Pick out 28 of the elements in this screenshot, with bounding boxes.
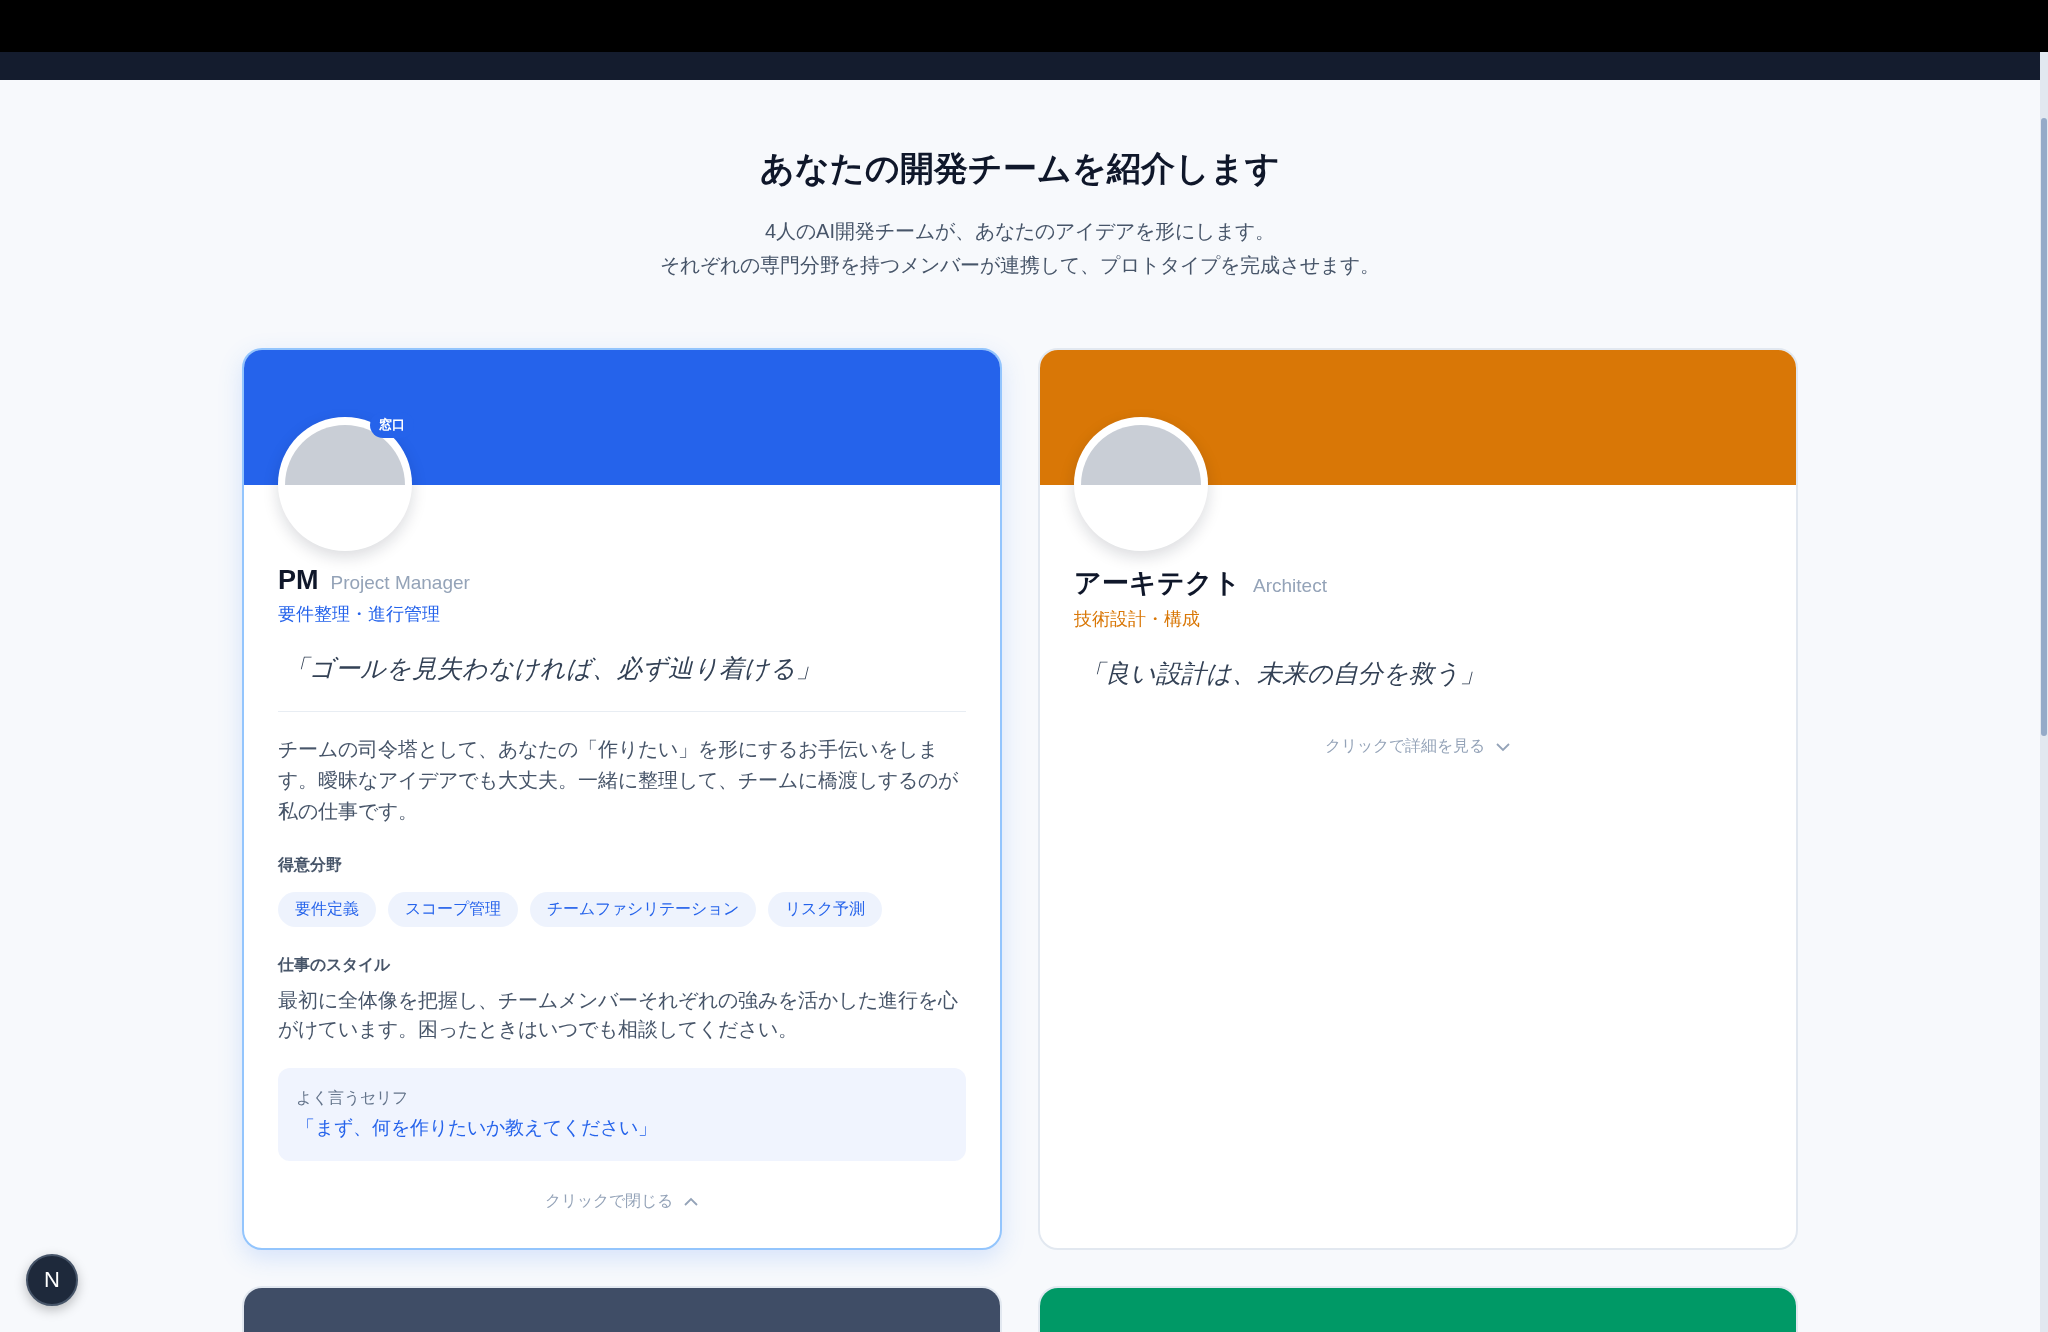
- member-english-name: Project Manager: [330, 572, 470, 594]
- member-role: 技術設計・構成: [1074, 608, 1200, 631]
- member-quote: 「ゴールを見失わなければ、必ず辿り着ける」: [283, 653, 821, 684]
- member-english-name: Architect: [1253, 575, 1327, 597]
- scrollbar-thumb[interactable]: [2041, 118, 2047, 736]
- member-card[interactable]: アーキテクト Architect 技術設計・構成 「良い設計は、未来の自分を救う」 クリックで詳細を見る: [1038, 348, 1798, 1250]
- skill-tag: スコープ管理: [388, 892, 518, 927]
- chevron-down-icon: [1495, 741, 1511, 752]
- dev-tools-button[interactable]: N: [26, 1254, 78, 1306]
- skill-tag: 要件定義: [278, 892, 376, 927]
- member-name: PM: [278, 565, 319, 596]
- section-subtitle: それぞれの専門分野を持つメンバーが連携して、プロトタイプを完成させます。: [659, 253, 1381, 278]
- skills-label: 得意分野: [278, 855, 342, 875]
- skill-tag: リスク予測: [768, 892, 882, 927]
- member-role: 要件整理・進行管理: [278, 603, 440, 626]
- skill-tag: チームファシリテーション: [530, 892, 756, 927]
- member-quote: 「良い設計は、未来の自分を救う」: [1079, 658, 1485, 689]
- section-subtitle: 4人のAI開発チームが、あなたのアイデアを形にします。: [764, 219, 1276, 244]
- chevron-up-icon: [683, 1196, 699, 1207]
- section-title: あなたの開発チームを紹介します: [759, 148, 1281, 189]
- phrase-label: よく言うセリフ: [296, 1088, 409, 1108]
- member-description: チームの司令塔として、あなたの「作りたい」を形にするお手伝いをします。曖昧なアイデアでも大丈夫。一緒に整理して、チームに橋渡しするのが私の仕事です。: [278, 737, 959, 824]
- phrase-text: 「まず、何を作りたいか教えてください」: [296, 1116, 658, 1140]
- work-style-text: 最初に全体像を把握し、チームメンバーそれぞれの強みを活かした進行を心がけています。困ったときはいつでも相談してください。: [278, 988, 959, 1042]
- scrollbar[interactable]: [2040, 52, 2048, 1332]
- work-style-label: 仕事のスタイル: [278, 955, 390, 975]
- member-card[interactable]: [242, 348, 1002, 1250]
- member-name: アーキテクト: [1074, 567, 1241, 600]
